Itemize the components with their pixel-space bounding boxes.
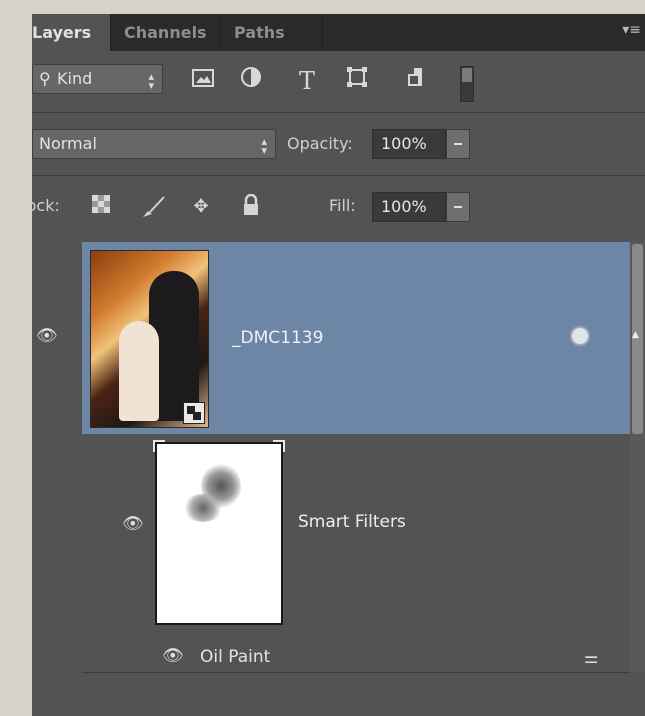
lock-all-icon[interactable] [238,193,264,220]
fill-input[interactable]: 100% [372,192,446,222]
layer-thumbnail [90,250,209,428]
filter-toggle-icon[interactable] [460,66,474,102]
filter-kind-dropdown[interactable]: ⚲ Kind ▴ ▾ [32,64,163,94]
lock-position-icon[interactable]: ✥ [188,194,214,220]
mask-selection-corner [153,440,155,452]
smart-filters-visibility-eye-icon[interactable]: 👁 [122,514,144,534]
panel-menu-icon[interactable]: ▾≡ [622,22,641,38]
divider [82,672,630,673]
fill-label: Fill: [329,196,356,215]
filter-visibility-eye-icon[interactable]: 👁 [162,646,184,666]
dropdown-arrows-icon: ▴ ▾ [261,135,267,157]
lock-label: Lock: [32,196,60,215]
dropdown-arrows-icon: ▴ ▾ [148,70,154,92]
tab-layers[interactable]: Layers [32,14,110,51]
tab-separator [110,14,111,51]
adjustment-layer-filter-icon[interactable] [236,66,266,96]
filter-mask-thumbnail[interactable] [155,442,283,625]
opacity-slider-button[interactable] [446,129,470,159]
layer-filter-row: ⚲ Kind ▴ ▾ [32,51,645,112]
pixel-layer-filter-icon[interactable] [188,66,218,96]
tab-separator [220,14,221,51]
blend-row: Normal ▴ ▾ Opacity: 100% [32,113,645,175]
fill-slider-button[interactable] [446,192,470,222]
mask-shape [183,494,223,522]
panel-tab-bar: Layers Channels Paths ▾≡ [32,14,645,51]
blend-mode-dropdown[interactable]: Normal ▴ ▾ [32,129,276,159]
lock-image-pixels-icon[interactable] [140,194,166,220]
layer-row[interactable]: _DMC1139 [82,242,630,434]
smart-filters-label: Smart Filters [298,512,406,532]
layers-panel: Layers Channels Paths ▾≡ ⚲ Kind ▴ ▾ T No… [32,14,645,716]
filter-kind-label: Kind [57,69,93,88]
smart-filters-row[interactable]: 👁 Smart Filters 👁 Oil Paint ⚌ [82,434,630,672]
filter-blending-options-icon[interactable]: ⚌ [584,648,598,667]
tab-paths-label: Paths [234,23,285,42]
layers-list: 👁 _DMC1139 👁 Smart Filters 👁 Oil Paint ⚌… [32,242,645,716]
thumbnail-figure [119,321,159,421]
scroll-up-arrow-icon[interactable]: ▲ [632,330,639,340]
tab-layers-label: Layers [32,23,92,42]
opacity-label: Opacity: [287,134,353,153]
smart-object-indicator-icon [570,326,590,346]
tab-channels-label: Channels [124,23,207,42]
search-icon: ⚲ [39,69,51,88]
filter-name[interactable]: Oil Paint [200,647,270,667]
mask-selection-corner [283,440,285,452]
visibility-eye-icon[interactable]: 👁 [36,326,58,346]
lock-row: Lock: Fill: 100% [32,176,645,242]
tab-paths[interactable]: Paths [222,14,322,51]
tab-separator [322,14,323,51]
layer-name[interactable]: _DMC1139 [232,328,323,348]
smart-object-filter-icon[interactable] [400,66,430,96]
opacity-input[interactable]: 100% [372,129,446,159]
type-layer-filter-icon[interactable]: T [292,66,322,96]
lock-transparent-pixels-icon[interactable] [88,194,114,220]
smart-object-badge-icon [183,402,205,424]
scrollbar[interactable]: ▲ [630,242,645,672]
blend-mode-value: Normal [39,134,97,153]
tab-channels[interactable]: Channels [112,14,220,51]
shape-layer-filter-icon[interactable] [342,66,372,96]
